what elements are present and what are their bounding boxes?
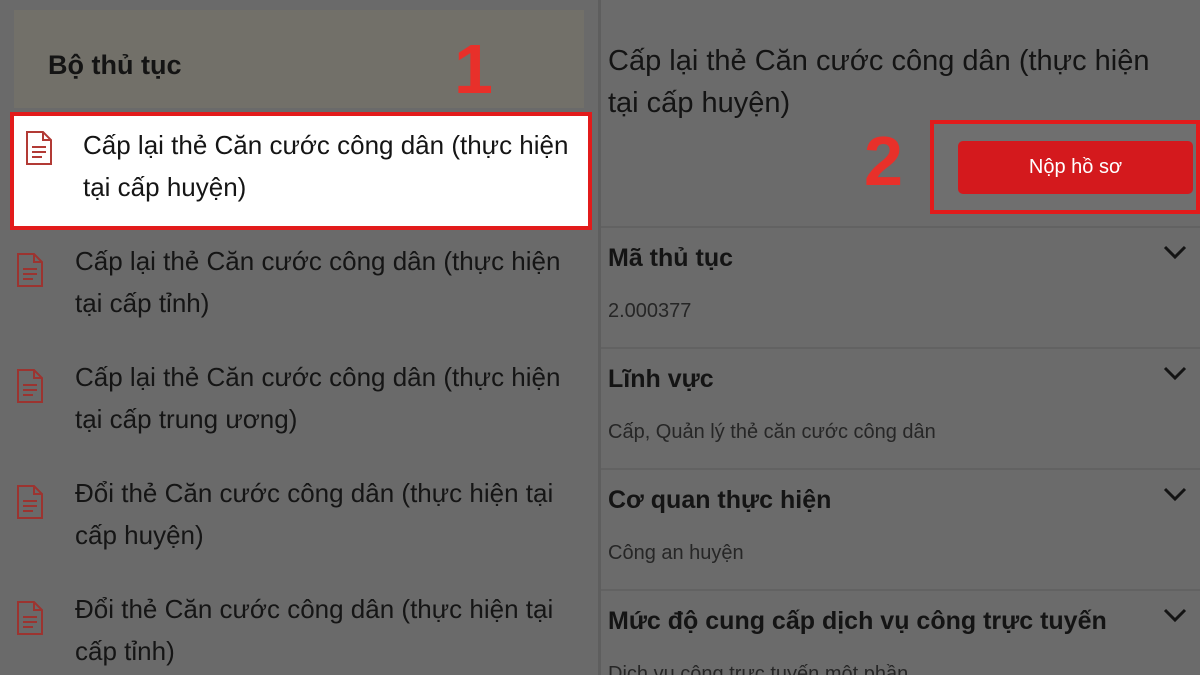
document-icon [17, 601, 43, 635]
document-icon [26, 131, 52, 165]
section-title: Mức độ cung cấp dịch vụ công trực tuyến [608, 607, 1107, 635]
procedure-list-panel: Bộ thủ tục Cấp lại thẻ Căn cước công dân… [0, 0, 598, 675]
submit-button-highlight: Nộp hồ sơ [930, 120, 1200, 214]
chevron-down-icon[interactable] [1162, 484, 1188, 504]
section-title: Cơ quan thực hiện [608, 486, 832, 514]
section-procedure-code: Mã thủ tục 2.000377 [601, 226, 1200, 347]
submit-application-button[interactable]: Nộp hồ sơ [958, 141, 1193, 194]
section-value: Cấp, Quản lý thẻ căn cước công dân [608, 421, 936, 443]
procedure-list-title: Bộ thủ tục [48, 50, 182, 80]
procedure-item[interactable]: Cấp lại thẻ Căn cước công dân (thực hiện… [0, 356, 598, 466]
procedure-item[interactable]: Đổi thẻ Căn cước công dân (thực hiện tại… [0, 472, 598, 582]
document-icon [17, 253, 43, 287]
procedure-item-label: Đổi thẻ Căn cước công dân (thực hiện tại… [75, 478, 554, 550]
procedure-item[interactable]: Cấp lại thẻ Căn cước công dân (thực hiện… [0, 240, 598, 350]
procedure-item[interactable]: Đổi thẻ Căn cước công dân (thực hiện tại… [0, 588, 598, 675]
procedure-detail-panel: Cấp lại thẻ Căn cước công dân (thực hiện… [601, 0, 1200, 675]
section-title: Lĩnh vực [608, 365, 714, 393]
procedure-detail-title: Cấp lại thẻ Căn cước công dân (thực hiện… [608, 45, 1150, 119]
section-divider [601, 226, 1200, 228]
section-value: Dịch vụ công trực tuyến một phần [608, 663, 909, 675]
procedure-item-label: Cấp lại thẻ Căn cước công dân (thực hiện… [75, 362, 561, 434]
procedure-list-header: Bộ thủ tục [14, 10, 584, 108]
procedure-item-label: Đổi thẻ Căn cước công dân (thực hiện tại… [75, 594, 554, 666]
section-divider [601, 468, 1200, 470]
document-icon [17, 369, 43, 403]
procedure-item-selected[interactable]: Cấp lại thẻ Căn cước công dân (thực hiện… [10, 112, 592, 230]
section-title: Mã thủ tục [608, 244, 733, 272]
chevron-down-icon[interactable] [1162, 363, 1188, 383]
section-value: 2.000377 [608, 300, 692, 322]
section-divider [601, 589, 1200, 591]
section-field: Lĩnh vực Cấp, Quản lý thẻ căn cước công … [601, 347, 1200, 468]
chevron-down-icon[interactable] [1162, 242, 1188, 262]
document-icon [17, 485, 43, 519]
step-number-2: 2 [864, 122, 903, 200]
step-number-1: 1 [454, 30, 493, 108]
section-agency: Cơ quan thực hiện Công an huyện [601, 468, 1200, 589]
section-service-level: Mức độ cung cấp dịch vụ công trực tuyến … [601, 589, 1200, 675]
section-value: Công an huyện [608, 542, 744, 564]
procedure-item-label: Cấp lại thẻ Căn cước công dân (thực hiện… [83, 130, 569, 202]
procedure-item-label: Cấp lại thẻ Căn cước công dân (thực hiện… [75, 246, 561, 318]
chevron-down-icon[interactable] [1162, 605, 1188, 625]
section-divider [601, 347, 1200, 349]
